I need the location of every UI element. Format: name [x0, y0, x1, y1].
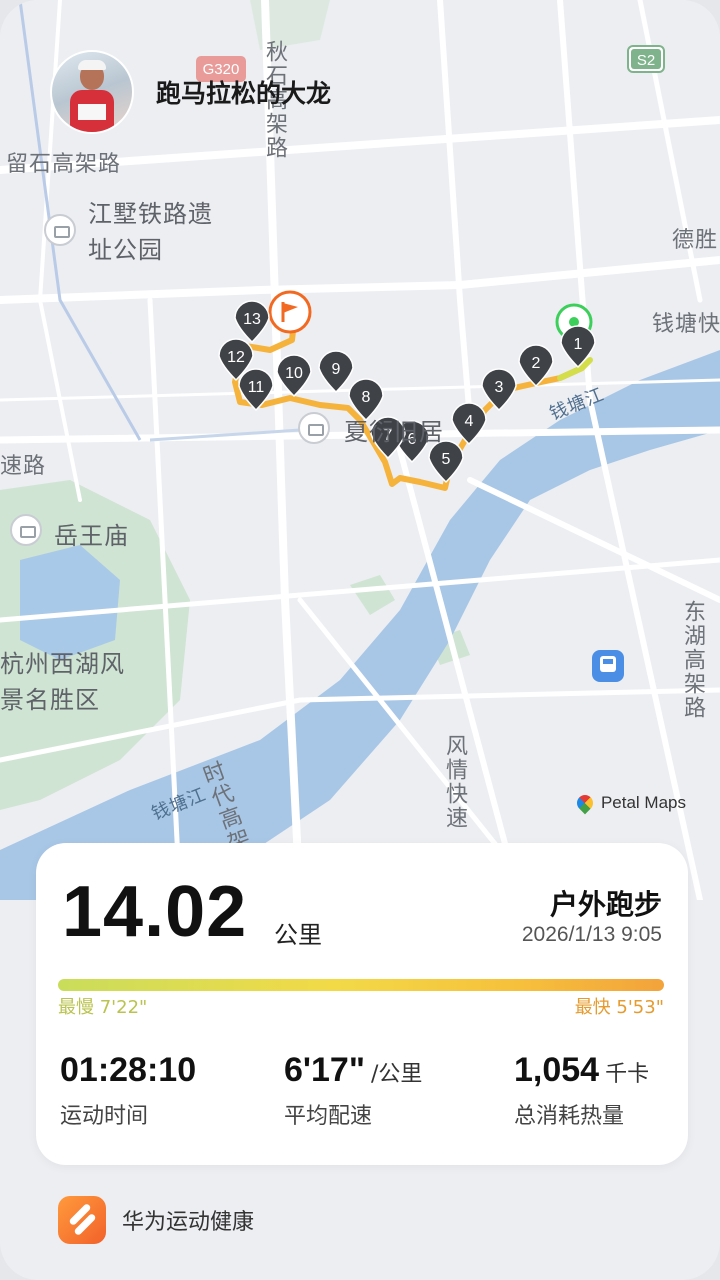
svg-text:S2: S2 — [637, 52, 655, 69]
km-marker-label: 13 — [243, 311, 261, 328]
pace-unit: /公里 — [370, 1062, 423, 1087]
km-marker-label: 4 — [465, 413, 474, 430]
km-marker-label: 8 — [362, 389, 371, 406]
finish-marker — [268, 290, 312, 334]
km-marker-label: 5 — [442, 451, 451, 468]
pace-gradient-bar — [58, 979, 664, 991]
activity-datetime: 2026/1/13 9:05 — [521, 923, 662, 946]
poi-camera-icon — [10, 514, 42, 546]
app-footer: 华为运动健康 — [58, 1196, 254, 1244]
map-canvas: 12345678910111213 S2 G320 — [0, 0, 720, 900]
calories-value: 1,054 — [514, 1051, 600, 1089]
poi-camera-icon — [44, 214, 76, 246]
poi-camera-icon — [298, 412, 330, 444]
route-map[interactable]: 1 2 3 4 5 6 7 8 9 10 11 12 13 S2 G320 留石高架路 — [0, 0, 720, 900]
km-marker-label: 12 — [227, 349, 245, 366]
summary-card: 14.02 公里 户外跑步 2026/1/13 9:05 最慢 7'22" 最快… — [36, 843, 688, 1165]
petal-maps-icon — [573, 791, 597, 815]
app-name: 华为运动健康 — [122, 1210, 255, 1235]
place-label-railway-park: 江墅铁路遗址公园 — [88, 200, 213, 264]
username: 跑马拉松的大龙 — [156, 79, 332, 108]
road-badge-s2: S2 — [627, 45, 665, 73]
metro-station-icon — [592, 650, 624, 682]
km-marker-label: 3 — [495, 379, 504, 396]
calories-label: 总消耗热量 — [514, 1104, 625, 1129]
place-label-yuewang: 岳王庙 — [54, 522, 129, 550]
duration-label: 运动时间 — [60, 1104, 149, 1129]
duration-value: 01:28:10 — [60, 1051, 197, 1089]
share-card: 1 2 3 4 5 6 7 8 9 10 11 12 13 S2 G320 留石高架路 — [0, 0, 720, 1280]
distance-value: 14.02 — [62, 872, 248, 952]
road-label-desheng: 德胜 — [672, 228, 719, 253]
road-label-fengqing: 风情快速 — [442, 734, 467, 830]
road-label-liushi: 留石高架路 — [6, 152, 122, 177]
pace-stat: 6'17"/公里 平均配速 — [284, 1051, 422, 1130]
distance-unit: 公里 — [274, 921, 322, 949]
avatar[interactable] — [50, 50, 134, 134]
km-marker-label: 11 — [248, 379, 265, 396]
petal-maps-label: Petal Maps — [600, 793, 686, 812]
place-label-west-lake: 杭州西湖风景名胜区 — [0, 650, 125, 714]
pace-label: 平均配速 — [284, 1104, 373, 1129]
slowest-pace: 最慢 7'22" — [58, 997, 148, 1018]
road-label-expressway: 速路 — [0, 454, 47, 479]
road-label-donghu: 东湖高架路 — [680, 600, 705, 720]
huawei-health-logo-icon — [58, 1196, 106, 1244]
place-label-xiayan: 夏衍旧居 — [344, 418, 444, 446]
km-marker-label: 2 — [532, 355, 541, 372]
calories-unit: 千卡 — [605, 1062, 650, 1087]
calories-stat: 1,054 千卡 总消耗热量 — [514, 1051, 649, 1130]
user-header: 跑马拉松的大龙 — [50, 50, 331, 134]
road-label-qiantang-express: 钱塘快 — [652, 312, 720, 337]
fastest-pace: 最快 5'53" — [574, 997, 664, 1018]
km-marker-label: 10 — [285, 365, 303, 382]
km-marker-label: 1 — [574, 336, 583, 353]
activity-type: 户外跑步 — [549, 888, 662, 921]
petal-maps-attribution: Petal Maps — [573, 791, 686, 815]
km-marker-label: 9 — [332, 361, 341, 378]
pace-value: 6'17" — [284, 1051, 365, 1089]
duration-stat: 01:28:10 运动时间 — [60, 1051, 196, 1130]
